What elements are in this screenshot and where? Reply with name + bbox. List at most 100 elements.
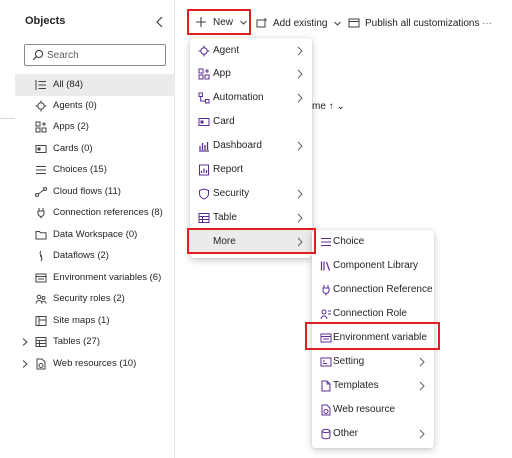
object-item-cards[interactable]: Cards (0)	[15, 138, 175, 160]
menu-item-label: Agent	[213, 45, 240, 56]
object-item-security-roles[interactable]: Security roles (2)	[15, 288, 175, 310]
more-commands-button[interactable]: ···	[482, 12, 492, 34]
menu-item-dashboard[interactable]: Dashboard	[190, 134, 312, 158]
object-item-site-maps[interactable]: Site maps (1)	[15, 310, 175, 332]
object-item-label: Choices (15)	[53, 164, 107, 175]
chevron-right-icon	[297, 46, 303, 56]
menu-item-label: Environment variable	[333, 332, 427, 343]
menu-item-report[interactable]: Report	[190, 158, 312, 182]
card-icon	[198, 118, 210, 126]
choice-icon	[36, 166, 46, 174]
menu-item-label: Dashboard	[213, 140, 262, 151]
menu-item-label: Security	[213, 188, 250, 199]
menu-item-label: Web resource	[333, 404, 396, 415]
flow-icon	[35, 187, 47, 197]
search-input[interactable]	[47, 47, 157, 63]
menu-item-more[interactable]: More	[190, 230, 312, 254]
web-resource-icon	[321, 404, 331, 416]
menu-item-table[interactable]: Table	[190, 206, 312, 230]
collapse-panel-button[interactable]	[153, 14, 167, 30]
add-existing-label: Add existing	[273, 17, 328, 29]
table-icon	[198, 213, 210, 223]
menu-item-label: Component Library	[333, 260, 419, 271]
background-page-edge	[0, 0, 15, 458]
object-item-all[interactable]: All (84)	[15, 74, 175, 96]
object-item-label: Environment variables (6)	[53, 272, 162, 283]
object-item-tables[interactable]: Tables (27)	[15, 331, 175, 353]
chevron-right-icon[interactable]	[20, 337, 30, 347]
chevron-right-icon[interactable]	[20, 359, 30, 369]
object-item-dataflows[interactable]: Dataflows (2)	[15, 245, 175, 267]
menu-item-label: Automation	[213, 92, 264, 103]
submenu-item-web-resource[interactable]: Web resource	[312, 398, 434, 422]
object-item-label: Web resources (10)	[53, 358, 137, 369]
chevron-right-icon	[297, 237, 303, 247]
submenu-item-environment-variable[interactable]: Environment variable	[312, 326, 434, 350]
submenu-item-other[interactable]: Other	[312, 422, 434, 446]
more-commands-label: ···	[482, 17, 492, 29]
menu-item-card[interactable]: Card	[190, 110, 312, 134]
column-header-fragment[interactable]: me ↑ ⌄	[312, 101, 345, 112]
connection-role-icon	[320, 309, 331, 320]
menu-item-automation[interactable]: Automation	[190, 86, 312, 110]
object-item-connection-references[interactable]: Connection references (8)	[15, 202, 175, 224]
add-existing-button[interactable]: Add existing	[256, 12, 342, 34]
search-box[interactable]	[24, 44, 166, 66]
folder-icon	[35, 231, 47, 240]
object-item-data-workspace[interactable]: Data Workspace (0)	[15, 224, 175, 246]
object-item-label: Data Workspace (0)	[53, 229, 138, 240]
library-icon	[320, 261, 331, 271]
object-item-label: Cards (0)	[53, 143, 93, 154]
apps-icon	[35, 121, 47, 133]
env-var-icon	[35, 273, 47, 283]
object-item-choices[interactable]: Choices (15)	[15, 159, 175, 181]
automation-icon	[198, 92, 210, 104]
chevron-down-icon	[240, 20, 247, 25]
object-item-agents[interactable]: Agents (0)	[15, 95, 175, 117]
plug-icon	[322, 285, 330, 296]
menu-item-label: Setting	[333, 356, 365, 367]
object-item-apps[interactable]: Apps (2)	[15, 116, 175, 138]
more-submenu: Choice Component Library Connection Refe…	[312, 230, 434, 448]
menu-item-label: Templates	[333, 380, 379, 391]
publish-all-button[interactable]: Publish all customizations	[348, 12, 480, 34]
plug-icon	[37, 208, 45, 219]
menu-item-security[interactable]: Security	[190, 182, 312, 206]
submenu-item-component-library[interactable]: Component Library	[312, 254, 434, 278]
new-dropdown-menu: Agent App Automation Card Dashboard Repo…	[190, 38, 312, 258]
submenu-item-choice[interactable]: Choice	[312, 230, 434, 254]
agent-icon	[35, 100, 47, 112]
add-existing-icon	[256, 18, 267, 28]
object-item-label: All (84)	[53, 79, 84, 90]
submenu-item-connection-role[interactable]: Connection Role	[312, 302, 434, 326]
chevron-left-icon	[156, 16, 163, 28]
object-item-label: Cloud flows (11)	[53, 186, 121, 197]
shield-icon	[199, 188, 209, 200]
setting-icon	[320, 357, 332, 367]
list-icon	[35, 80, 46, 90]
panel-title: Objects	[25, 15, 66, 27]
panel-header: Objects	[25, 14, 171, 30]
menu-item-agent[interactable]: Agent	[190, 39, 312, 63]
chevron-right-icon	[297, 189, 303, 199]
env-var-icon	[320, 333, 332, 343]
submenu-item-setting[interactable]: Setting	[312, 350, 434, 374]
menu-item-app[interactable]: App	[190, 62, 312, 86]
search-icon	[32, 49, 44, 61]
object-item-environment-variables[interactable]: Environment variables (6)	[15, 267, 175, 289]
submenu-item-connection-reference[interactable]: Connection Reference	[312, 278, 434, 302]
menu-item-label: More	[213, 236, 236, 247]
database-icon	[321, 428, 331, 440]
choice-icon	[321, 238, 331, 246]
object-item-cloud-flows[interactable]: Cloud flows (11)	[15, 181, 175, 203]
menu-item-label: Card	[213, 116, 235, 127]
object-item-web-resources[interactable]: Web resources (10)	[15, 353, 175, 375]
object-item-label: Site maps (1)	[53, 315, 110, 326]
people-icon	[35, 294, 47, 304]
submenu-item-templates[interactable]: Templates	[312, 374, 434, 398]
chevron-right-icon	[297, 93, 303, 103]
menu-item-label: Connection Reference	[333, 284, 433, 295]
object-item-label: Tables (27)	[53, 336, 100, 347]
new-button[interactable]: New	[187, 9, 251, 35]
menu-item-label: Report	[213, 164, 244, 175]
